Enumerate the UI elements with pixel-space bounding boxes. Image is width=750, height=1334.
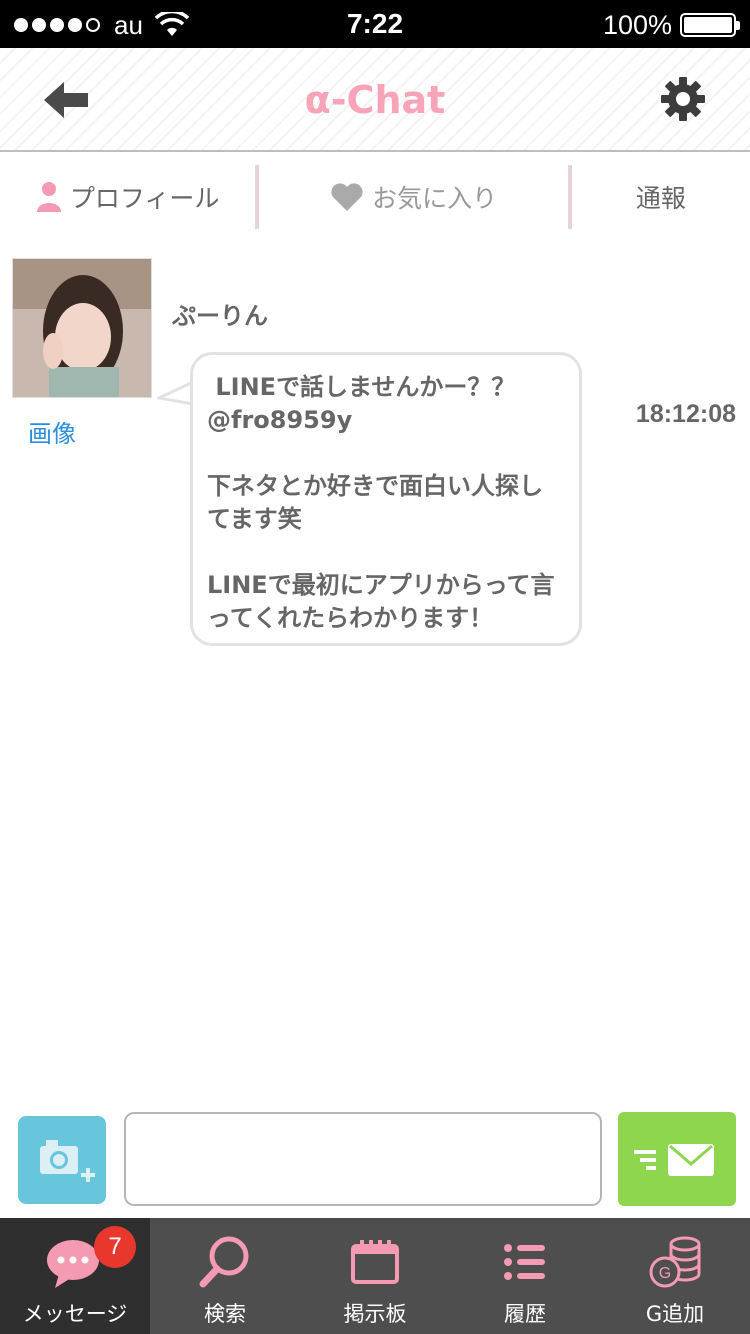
avatar[interactable] bbox=[12, 258, 152, 398]
nav-label: メッセージ bbox=[22, 1302, 128, 1326]
nav-item-history[interactable]: 履歴 bbox=[450, 1218, 600, 1334]
message-text: LINEで話しませんかー？？ @fro8959y 下ネタとか好きで面白い人探して… bbox=[207, 373, 555, 632]
unread-badge: 7 bbox=[94, 1226, 136, 1268]
battery-percent: 100% bbox=[602, 9, 672, 40]
tab-favorite[interactable]: お気に入り bbox=[259, 154, 568, 240]
camera-button[interactable] bbox=[18, 1116, 106, 1204]
tab-profile[interactable]: プロフィール bbox=[0, 154, 255, 240]
list-icon bbox=[504, 1244, 545, 1280]
gear-icon[interactable] bbox=[660, 76, 706, 122]
nav-item-search[interactable]: 検索 bbox=[150, 1218, 300, 1334]
heart-icon bbox=[331, 183, 363, 211]
app-header: α-Chat bbox=[0, 48, 750, 152]
bottom-nav: 7 メッセージ 検索 掲示板 履歴 G G追加 bbox=[0, 1218, 750, 1334]
battery-icon bbox=[680, 13, 740, 37]
nav-label: G追加 bbox=[645, 1302, 705, 1326]
nav-label: 検索 bbox=[204, 1302, 246, 1326]
message-input[interactable] bbox=[124, 1112, 602, 1206]
nav-item-add-points[interactable]: G G追加 bbox=[600, 1218, 750, 1334]
send-button[interactable] bbox=[618, 1112, 736, 1206]
message-bubble: LINEで話しませんかー？？ @fro8959y 下ネタとか好きで面白い人探して… bbox=[190, 352, 582, 646]
person-icon bbox=[36, 182, 61, 212]
magnifier-icon bbox=[199, 1236, 249, 1288]
coins-icon: G bbox=[649, 1236, 701, 1288]
tab-profile-label: プロフィール bbox=[69, 184, 220, 213]
nav-label: 掲示板 bbox=[343, 1302, 407, 1326]
profile-tabs: プロフィール お気に入り 通報 bbox=[0, 154, 750, 240]
message-time: 18:12:08 bbox=[635, 400, 736, 428]
send-mail-icon bbox=[634, 1144, 714, 1176]
sender-name: ぷーりん bbox=[172, 302, 268, 330]
tab-report-label: 通報 bbox=[635, 184, 686, 213]
tab-report[interactable]: 通報 bbox=[572, 154, 750, 240]
tab-favorite-label: お気に入り bbox=[372, 184, 498, 213]
svg-text:G: G bbox=[659, 1265, 671, 1282]
status-bar: au 7:22 100% bbox=[0, 0, 750, 48]
avatar-photo bbox=[13, 259, 151, 397]
app-title: α-Chat bbox=[304, 78, 446, 122]
board-icon bbox=[351, 1240, 399, 1284]
image-link[interactable]: 画像 bbox=[28, 414, 76, 449]
nav-item-messages[interactable]: 7 メッセージ bbox=[0, 1218, 150, 1334]
camera-add-icon bbox=[40, 1140, 95, 1182]
nav-label: 履歴 bbox=[504, 1302, 546, 1326]
nav-item-board[interactable]: 掲示板 bbox=[300, 1218, 450, 1334]
